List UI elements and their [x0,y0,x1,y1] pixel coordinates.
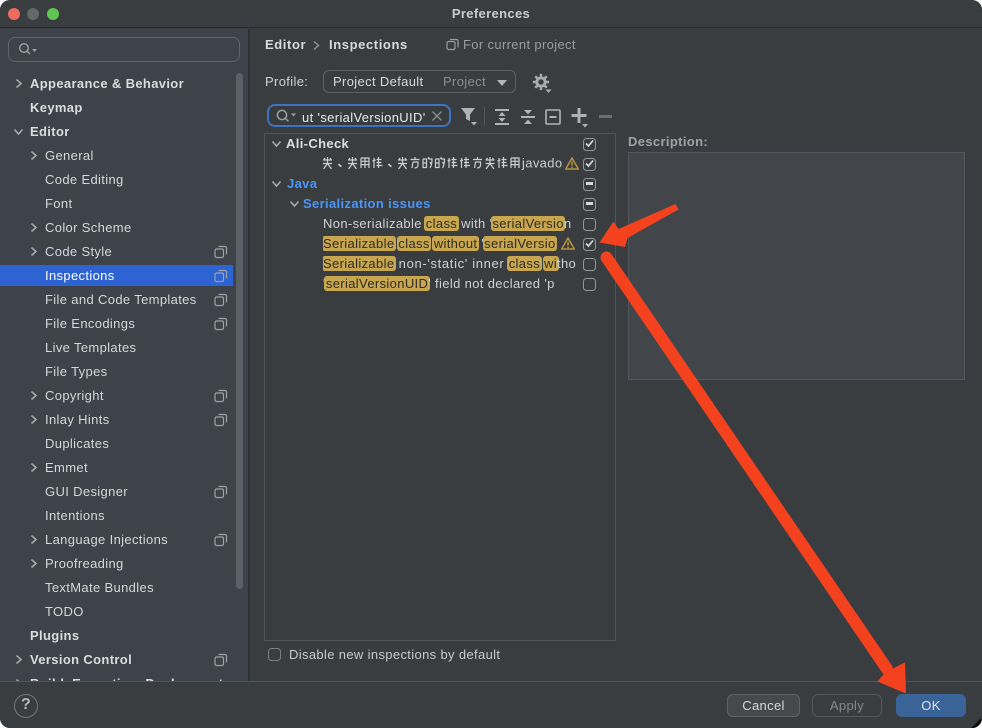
svg-text:javado: javado [521,156,562,171]
